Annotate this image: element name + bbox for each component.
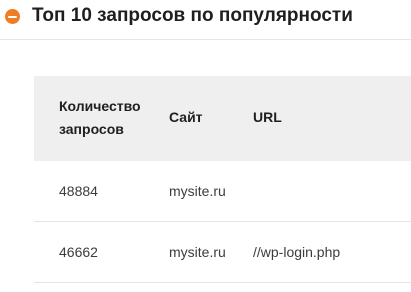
cell-url: //wp-login.php — [253, 244, 341, 260]
section-title: Топ 10 запросов по популярности — [32, 5, 353, 26]
table-row: 48884 mysite.ru — [34, 161, 411, 222]
column-header-site: Сайт — [169, 109, 203, 125]
popular-requests-table: Количество запросов Сайт URL 48884 mysit… — [34, 76, 411, 292]
column-header-url: URL — [253, 109, 282, 125]
column-header-count: Количество запросов — [59, 98, 141, 137]
page: Топ 10 запросов по популярности Количест… — [0, 0, 411, 292]
cell-site: mysite.ru — [169, 183, 226, 199]
cell-site: mysite.ru — [169, 244, 226, 260]
collapse-minus-icon[interactable] — [5, 9, 20, 24]
cell-count: 48884 — [59, 183, 98, 199]
divider — [0, 39, 411, 40]
minus-bar — [8, 15, 17, 18]
section-header: Топ 10 запросов по популярности — [0, 0, 411, 36]
table-row: 46662 mysite.ru //wp-login.php — [34, 222, 411, 283]
cell-count: 46662 — [59, 244, 98, 260]
table-header: Количество запросов Сайт URL — [34, 76, 411, 161]
